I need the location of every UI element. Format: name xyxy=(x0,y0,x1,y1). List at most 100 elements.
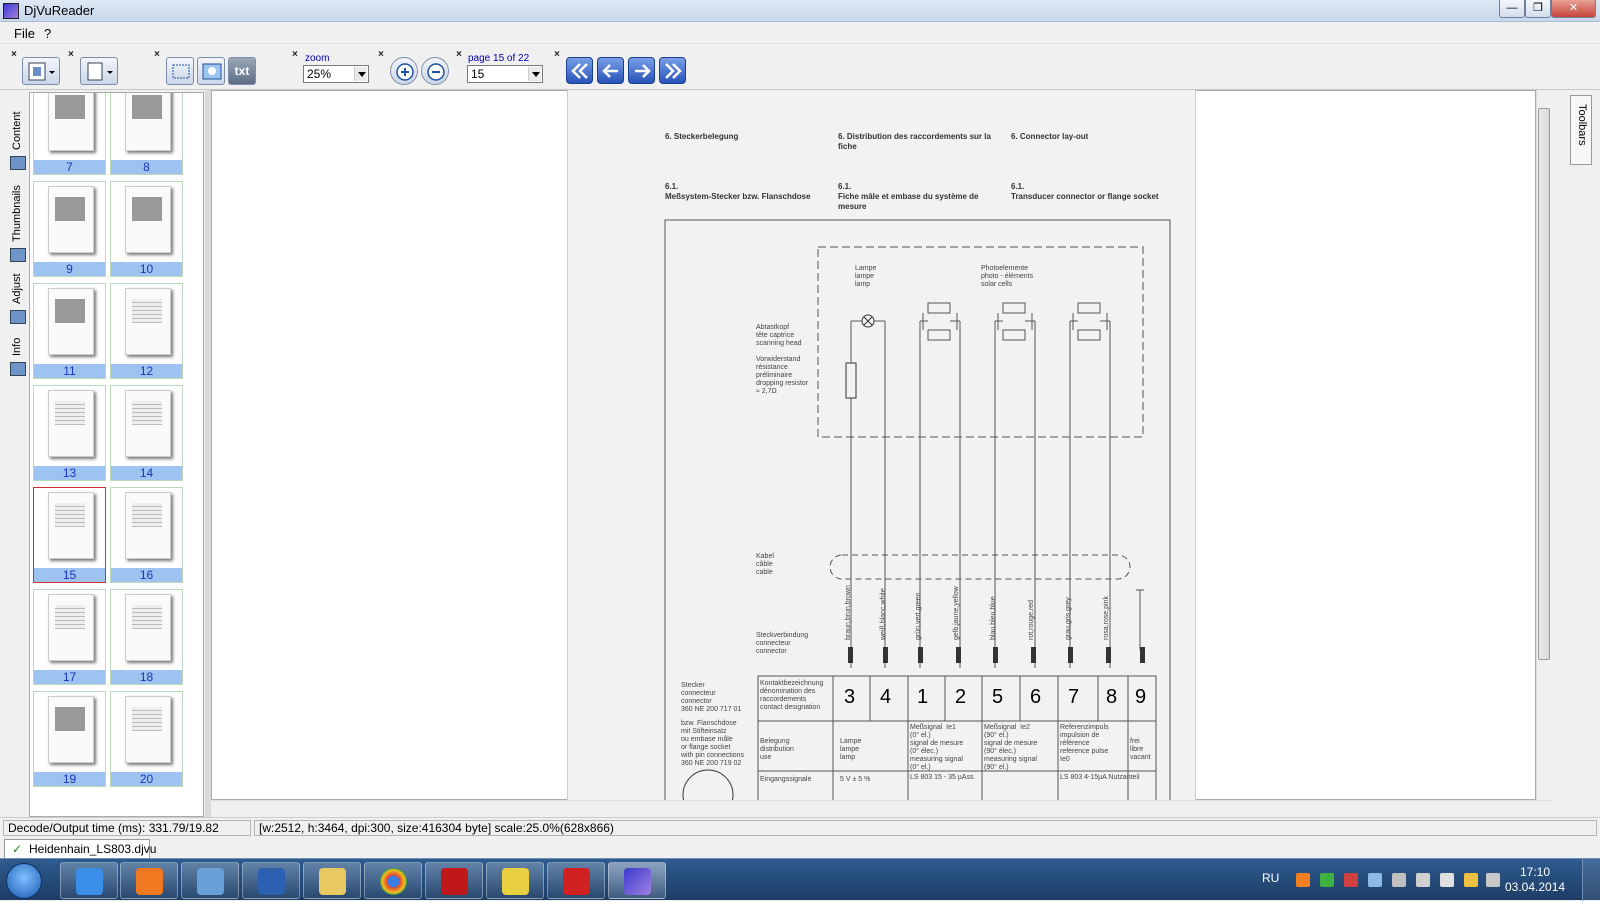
taskbar-app-tools[interactable] xyxy=(181,862,239,899)
label-photo-elements: Photoelemente photo - éléments solar cel… xyxy=(981,265,1034,288)
arrow-right-icon xyxy=(635,64,651,78)
thumbnail-page-17[interactable]: 17 xyxy=(33,589,106,685)
vertical-scroll-thumb[interactable] xyxy=(1538,108,1550,660)
info-icon[interactable] xyxy=(10,362,26,376)
toolbar-close-icon[interactable]: × xyxy=(378,49,384,60)
document-tab[interactable]: ✓ Heidenhain_LS803.djvu xyxy=(4,839,156,858)
toolbar-close-icon[interactable]: × xyxy=(11,49,17,60)
chrome-icon xyxy=(380,868,407,895)
tab-thumbnails[interactable]: Thumbnails xyxy=(11,185,23,242)
table-contact-header: Kontaktbezeichnung dénomination des racc… xyxy=(760,680,824,711)
thumbnail-page-12[interactable]: 12 xyxy=(110,283,183,379)
taskbar-app-pencil[interactable] xyxy=(486,862,544,899)
clock-time: 17:10 xyxy=(1519,865,1551,879)
maximize-button[interactable]: ❐ xyxy=(1525,0,1551,18)
image-icon xyxy=(202,63,222,80)
tab-adjust[interactable]: Adjust xyxy=(11,273,23,304)
tray-device-icon[interactable] xyxy=(1368,873,1382,887)
tab-content[interactable]: Content xyxy=(11,111,23,150)
menu-file[interactable]: File xyxy=(14,26,35,41)
speaker-icon[interactable] xyxy=(1440,873,1454,887)
thumbnail-number: 15 xyxy=(34,568,105,582)
wire-label: rosa,rose,pink xyxy=(1103,596,1110,640)
thumbnail-number: 10 xyxy=(111,262,182,276)
select-text-button[interactable]: txt xyxy=(228,57,256,85)
folder-icon xyxy=(319,868,346,895)
thumbnail-panel: 7 8 9 10 11 12 13 14 15 16 17 18 19 20 xyxy=(29,92,204,817)
table-use-reference: Referenzimpuls impulsion de référence re… xyxy=(1060,724,1109,763)
pin-number: 7 xyxy=(1068,686,1080,708)
zoom-in-button[interactable] xyxy=(390,57,418,85)
tray-warning-icon[interactable] xyxy=(1464,873,1478,887)
tray-flag-icon[interactable] xyxy=(1416,873,1430,887)
tab-info[interactable]: Info xyxy=(11,338,23,356)
page-preview xyxy=(48,288,94,355)
tray-usb-icon[interactable] xyxy=(1392,873,1406,887)
previous-page-button[interactable] xyxy=(597,57,624,84)
toolbar-close-icon[interactable]: × xyxy=(68,49,74,60)
layout-button[interactable] xyxy=(22,57,60,85)
start-button[interactable] xyxy=(6,863,42,899)
next-page-button[interactable] xyxy=(628,57,655,84)
thumbnail-page-18[interactable]: 18 xyxy=(110,589,183,685)
thumbnail-page-9[interactable]: 9 xyxy=(33,181,106,277)
thumbnail-page-7[interactable]: 7 xyxy=(33,93,106,175)
first-page-button[interactable] xyxy=(566,57,593,84)
zoom-out-button[interactable] xyxy=(421,57,449,85)
table-input-reference: LS 803 4-15µA Nutzanteil xyxy=(1060,774,1140,781)
document-page[interactable]: 6. Steckerbelegung 6. Distribution des r… xyxy=(567,90,1196,800)
minimize-button[interactable]: — xyxy=(1499,0,1525,18)
thumbnail-page-15[interactable]: 15 xyxy=(33,487,106,583)
taskbar-explorer[interactable] xyxy=(303,862,361,899)
show-desktop-button[interactable] xyxy=(1582,859,1600,901)
thumbnail-page-20[interactable]: 20 xyxy=(110,691,183,787)
toolbar-close-icon[interactable]: × xyxy=(154,49,160,60)
tray-shield-icon[interactable] xyxy=(1320,873,1334,887)
taskbar-djvureader[interactable] xyxy=(608,862,666,899)
thumbnail-number: 9 xyxy=(34,262,105,276)
thumbnail-number: 7 xyxy=(34,160,105,174)
table-use-free: frei libre vacant xyxy=(1130,738,1151,761)
thumbnail-number: 12 xyxy=(111,364,182,378)
page-mode-button[interactable] xyxy=(80,57,118,85)
taskbar-media-player[interactable] xyxy=(120,862,178,899)
taskbar-solidworks[interactable] xyxy=(547,862,605,899)
tools-icon xyxy=(197,868,224,895)
last-page-button[interactable] xyxy=(659,57,686,84)
thumbnails-icon[interactable] xyxy=(10,248,26,262)
taskbar-internet-explorer[interactable] xyxy=(60,862,118,899)
thumbnail-page-16[interactable]: 16 xyxy=(110,487,183,583)
language-indicator[interactable]: RU xyxy=(1262,871,1279,885)
label-plug: Stecker connecteur connector 360 NE 200 … xyxy=(681,682,742,713)
signal-icon[interactable] xyxy=(1486,873,1500,887)
menu-help[interactable]: ? xyxy=(44,26,51,41)
toolbars-panel-toggle[interactable]: Toolbars xyxy=(1570,95,1592,165)
thumbnail-page-11[interactable]: 11 xyxy=(33,283,106,379)
tray-app-icon[interactable] xyxy=(1296,873,1310,887)
thumbnail-page-8[interactable]: 8 xyxy=(110,93,183,175)
toolbar-close-icon[interactable]: × xyxy=(456,49,462,60)
toolbar-close-icon[interactable]: × xyxy=(554,49,560,60)
page-preview xyxy=(125,93,171,151)
double-arrow-right-icon xyxy=(665,63,682,79)
select-image-button[interactable] xyxy=(197,57,225,85)
taskbar-clock[interactable]: 17:10 03.04.2014 xyxy=(1505,865,1565,895)
taskbar-chrome[interactable] xyxy=(364,862,422,899)
horizontal-scrollbar[interactable] xyxy=(211,800,1552,816)
thumbnail-page-13[interactable]: 13 xyxy=(33,385,106,481)
toolbar-close-icon[interactable]: × xyxy=(292,49,298,60)
close-window-button[interactable]: ✕ xyxy=(1551,0,1596,18)
thumbnail-page-19[interactable]: 19 xyxy=(33,691,106,787)
select-region-button[interactable] xyxy=(166,57,194,85)
thumbnail-page-10[interactable]: 10 xyxy=(110,181,183,277)
tray-network-error-icon[interactable] xyxy=(1344,873,1358,887)
taskbar-word[interactable] xyxy=(242,862,300,899)
wrench-icon[interactable] xyxy=(10,310,26,324)
zoom-dropdown[interactable]: 25% xyxy=(303,65,369,83)
page-dropdown[interactable]: 15 xyxy=(467,65,543,83)
taskbar-acrobat[interactable] xyxy=(425,862,483,899)
pin-number: 5 xyxy=(992,686,1004,708)
thumbnail-number: 18 xyxy=(111,670,182,684)
thumbnail-page-14[interactable]: 14 xyxy=(110,385,183,481)
content-icon[interactable] xyxy=(10,156,26,170)
